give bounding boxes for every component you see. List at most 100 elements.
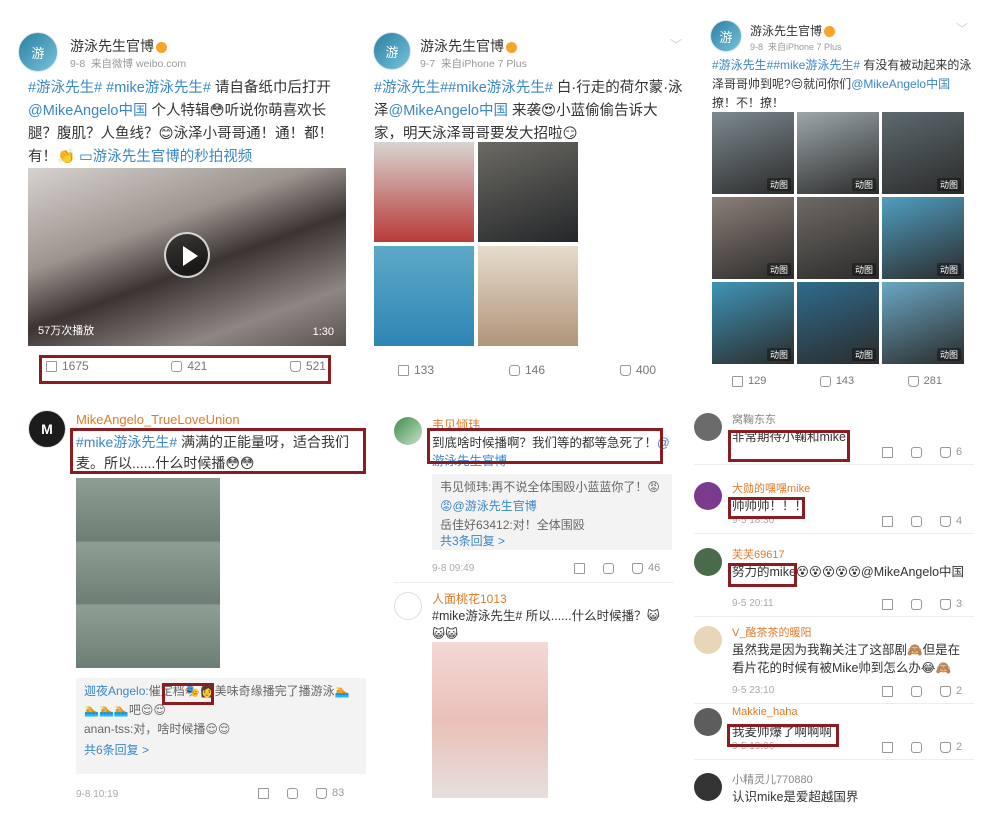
avatar[interactable] [18,32,58,72]
gif-thumb[interactable]: 动图 [882,197,964,279]
like-button[interactable]: 3 [940,598,962,610]
like-icon [940,515,951,527]
gif-thumb[interactable]: 动图 [797,282,879,364]
avatar[interactable] [694,626,722,654]
comment-actions: 2 [882,741,962,753]
gif-thumb[interactable]: 动图 [712,282,794,364]
mention-link[interactable]: @MikeAngelo中国 [28,103,147,119]
share-icon[interactable] [882,741,893,753]
gif-thumb[interactable]: 动图 [882,112,964,194]
photo-thumb[interactable] [478,142,578,242]
avatar[interactable] [694,482,722,510]
photo-thumb[interactable] [478,246,578,346]
avatar[interactable]: M [28,410,66,448]
avatar[interactable] [694,708,722,736]
gif-badge: 动图 [766,178,791,191]
comment-username[interactable]: MikeAngelo_TrueLoveUnion [76,412,240,427]
hashtag-link[interactable]: #游泳先生# #mike游泳先生# [28,80,211,96]
like-button[interactable]: 46 [632,562,660,574]
photo-thumb[interactable] [374,142,474,242]
gif-thumb[interactable]: 动图 [797,112,879,194]
comment-icon[interactable] [603,562,614,574]
post-body: #游泳先生##mike游泳先生# 有没有被动起来的泳泽哥哥帅到呢?😒就问你们@M… [712,58,972,110]
avatar[interactable] [694,548,722,576]
post-body: #游泳先生# #mike游泳先生# 请自备纸巾后打开@MikeAngelo中国 … [28,80,334,165]
share-icon[interactable] [258,787,269,799]
avatar[interactable] [710,20,742,52]
gif-thumb[interactable]: 动图 [712,197,794,279]
chevron-down-icon[interactable]: ﹀ [670,36,682,53]
gif-thumb[interactable]: 动图 [882,282,964,364]
reply-username[interactable]: 迦夜Angelo: [84,684,149,698]
comment-icon[interactable] [287,787,298,799]
comment-username[interactable]: 人面桃花1013 [432,590,507,607]
avatar[interactable] [394,417,422,445]
more-replies-link[interactable]: 共6条回复 > [84,741,358,760]
gif-thumb[interactable]: 动图 [797,197,879,279]
photo-thumb[interactable] [374,246,474,346]
post-card-1: 游泳先生官博 9-8 来自微博 weibo.com #游泳先生# #mike游泳… [18,22,353,392]
share-button[interactable]: 133 [398,363,434,377]
post-username[interactable]: 游泳先生官博 [420,36,517,56]
play-button-icon[interactable] [164,232,210,278]
post-meta: 9-8 来自iPhone 7 Plus [750,42,842,52]
like-button[interactable]: 83 [316,787,344,799]
comment-icon[interactable] [911,741,922,753]
comment-username[interactable]: 大勋的嘿嘿mike [732,480,810,496]
reply-username[interactable]: 岳佳好63412: [440,518,513,532]
reply-username[interactable]: anan-tss: [84,722,133,736]
like-icon [940,446,951,458]
comment-username[interactable]: Makkie_haha [732,706,797,718]
like-icon [940,598,951,610]
comment-username[interactable]: 窝鞠东东 [732,411,776,427]
comment-icon[interactable] [911,515,922,527]
like-button[interactable]: 2 [940,685,962,697]
like-button[interactable]: 4 [940,515,962,527]
comment-actions: 83 [258,787,344,799]
share-button[interactable]: 129 [732,375,766,387]
gif-badge: 动图 [851,263,876,276]
comment-icon [819,375,831,387]
gif-badge: 动图 [851,348,876,361]
mention-link[interactable]: @MikeAngelo中国 [851,77,950,91]
avatar[interactable] [394,592,422,620]
avatar[interactable] [373,32,411,70]
comment-icon[interactable] [911,446,922,458]
avatar[interactable] [694,413,722,441]
comment-time: 9-5 23:10 [732,685,775,696]
hashtag-link[interactable]: #游泳先生##mike游泳先生# [712,58,860,72]
share-icon[interactable] [882,685,893,697]
hashtag-link[interactable]: #游泳先生##mike游泳先生# [374,80,553,96]
share-icon[interactable] [574,562,585,574]
like-button[interactable]: 6 [940,446,962,458]
chevron-down-icon[interactable]: ﹀ [956,20,968,37]
post-actions: 129 143 281 [732,375,942,387]
post-meta: 9-7 来自iPhone 7 Plus [420,58,527,70]
comment-button[interactable]: 146 [508,363,545,377]
mention-link[interactable]: @MikeAngelo中国 [389,103,508,119]
comment-username[interactable]: 小精灵儿770880 [732,771,813,787]
video-link[interactable]: ▭游泳先生官博的秒拍视频 [79,149,252,165]
divider [694,703,974,704]
share-icon[interactable] [882,515,893,527]
comment-photo[interactable] [432,642,548,798]
share-icon[interactable] [882,446,893,458]
like-button[interactable]: 2 [940,741,962,753]
like-button[interactable]: 400 [619,363,656,377]
post-username[interactable]: 游泳先生官博 [70,36,167,56]
like-button[interactable]: 281 [907,375,942,387]
reply-username[interactable]: 韦见倾玮: [440,480,491,494]
comment-username[interactable]: V_酪茶茶的暖阳 [732,624,811,640]
like-icon [907,375,919,387]
comment-icon[interactable] [911,598,922,610]
comment-gif[interactable] [76,478,220,668]
share-icon[interactable] [882,598,893,610]
more-replies-link[interactable]: 共3条回复 > [440,532,505,549]
video-player[interactable]: 57万次播放 1:30 [28,168,346,346]
post-username[interactable]: 游泳先生官博 [750,22,836,39]
avatar[interactable] [694,773,722,801]
comment-button[interactable]: 143 [819,375,854,387]
gif-thumb[interactable]: 动图 [712,112,794,194]
comment-username[interactable]: 芙芙69617 [732,546,785,562]
comment-icon[interactable] [911,685,922,697]
